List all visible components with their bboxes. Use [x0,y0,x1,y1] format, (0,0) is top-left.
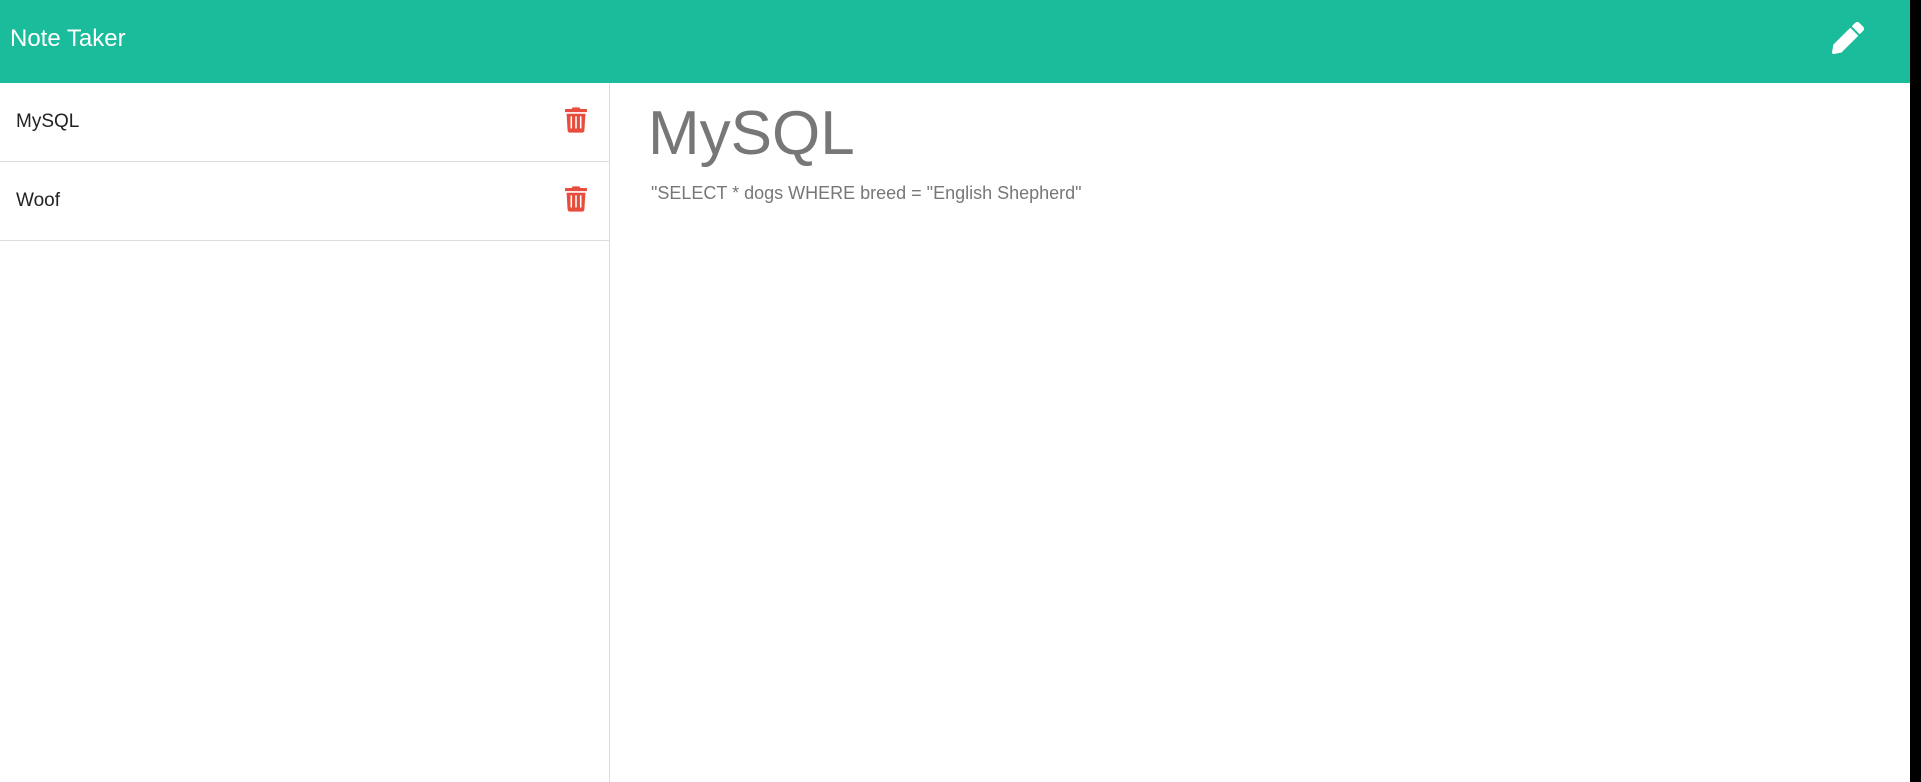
note-title-input[interactable]: MySQL [648,97,855,171]
note-taker-app: Note Taker MySQL Woof MySQL "SELECT * do… [0,0,1910,782]
list-item[interactable]: Woof [0,162,609,241]
trash-icon [565,107,587,133]
trash-icon [565,186,587,212]
note-list-title: Woof [16,190,61,211]
new-note-button[interactable] [1828,18,1868,58]
delete-note-button[interactable] [563,185,589,213]
note-list-title: MySQL [16,111,80,132]
note-editor: MySQL "SELECT * dogs WHERE breed = "Engl… [610,83,1910,782]
note-list: MySQL Woof [0,83,609,241]
brand-title[interactable]: Note Taker [10,24,126,54]
navbar: Note Taker [0,0,1910,83]
list-item[interactable]: MySQL [0,83,609,162]
pencil-icon [1832,22,1864,54]
delete-note-button[interactable] [563,106,589,134]
note-list-sidebar: MySQL Woof [0,83,610,782]
note-text-area[interactable]: "SELECT * dogs WHERE breed = "English Sh… [651,182,1082,204]
